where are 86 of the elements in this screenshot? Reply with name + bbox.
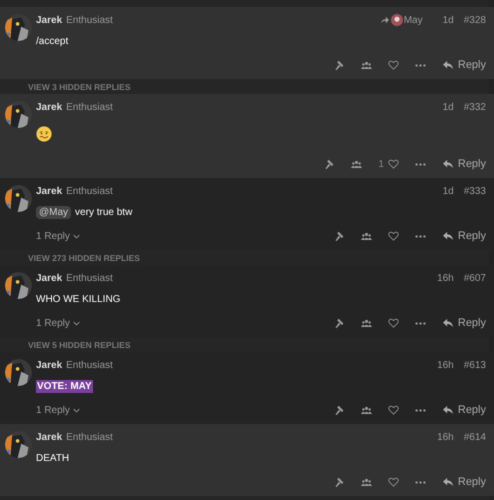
post-number[interactable]: #614 xyxy=(464,432,486,442)
highlighted-text: VOTE: MAY xyxy=(36,380,93,392)
reply-button[interactable]: Reply xyxy=(442,59,486,71)
reply-arrow-icon xyxy=(442,159,454,169)
like-button[interactable] xyxy=(388,231,399,241)
post-text: /accept xyxy=(36,36,68,46)
gavel-icon[interactable] xyxy=(334,230,345,242)
replies-toggle[interactable]: 1 Reply xyxy=(36,318,80,328)
like-button[interactable] xyxy=(388,318,399,328)
user-title: Enthusiast xyxy=(66,432,113,442)
chevron-down-icon xyxy=(72,408,80,412)
avatar[interactable] xyxy=(5,14,32,41)
like-button[interactable] xyxy=(388,60,399,70)
reply-to-link[interactable]: May xyxy=(380,14,423,26)
heart-icon xyxy=(388,60,399,70)
group-icon[interactable] xyxy=(360,230,372,242)
like-button[interactable] xyxy=(388,405,399,415)
reply-button[interactable]: Reply xyxy=(442,476,486,488)
reply-button[interactable]: Reply xyxy=(442,317,486,329)
author-name[interactable]: Jarek xyxy=(36,272,62,284)
avatar xyxy=(390,14,403,26)
heart-icon xyxy=(388,318,399,328)
post-number[interactable]: #613 xyxy=(464,360,486,370)
post-age[interactable]: 16h xyxy=(437,432,454,442)
reply-button[interactable]: Reply xyxy=(442,230,486,242)
author-name[interactable]: Jarek xyxy=(36,432,62,442)
chevron-down-icon xyxy=(72,320,80,326)
gavel-icon[interactable] xyxy=(334,476,345,488)
share-arrow-icon xyxy=(380,16,390,24)
reply-button[interactable]: Reply xyxy=(442,158,486,170)
replies-toggle[interactable]: 1 Reply xyxy=(36,404,80,416)
reply-arrow-icon xyxy=(442,405,454,415)
gavel-icon[interactable] xyxy=(334,318,345,328)
heart-icon xyxy=(388,159,399,169)
avatar[interactable] xyxy=(5,359,32,386)
woozy-face-icon xyxy=(36,126,52,142)
hidden-replies-bar[interactable]: VIEW 5 HIDDEN REPLIES xyxy=(0,337,489,352)
post-text: very true btw xyxy=(75,206,132,218)
post-text: DEATH xyxy=(36,452,70,464)
post-age[interactable]: 16h xyxy=(437,272,454,284)
hidden-replies-bar[interactable]: VIEW 273 HIDDEN REPLIES xyxy=(0,250,489,265)
user-title: Enthusiast xyxy=(66,272,113,284)
group-icon[interactable] xyxy=(360,318,372,328)
like-button[interactable]: 1 xyxy=(378,158,399,170)
avatar[interactable] xyxy=(5,101,32,128)
post-age[interactable]: 16h xyxy=(437,360,454,370)
reply-button[interactable]: Reply xyxy=(442,404,486,416)
group-icon[interactable] xyxy=(360,404,372,416)
avatar[interactable] xyxy=(5,431,32,458)
gavel-icon[interactable] xyxy=(324,158,336,170)
avatar[interactable] xyxy=(5,185,32,212)
post-age[interactable]: 1d xyxy=(442,14,454,26)
post-number[interactable]: #607 xyxy=(464,272,486,284)
hidden-replies-bar[interactable]: VIEW 3 HIDDEN REPLIES xyxy=(0,79,489,94)
group-icon[interactable] xyxy=(360,476,372,488)
user-title: Enthusiast xyxy=(66,14,113,26)
gavel-icon[interactable] xyxy=(334,404,345,416)
heart-icon xyxy=(388,231,399,241)
like-count: 1 xyxy=(378,158,384,170)
post-number[interactable]: #333 xyxy=(464,186,486,196)
user-title: Enthusiast xyxy=(66,186,113,196)
group-icon[interactable] xyxy=(360,60,372,70)
author-name[interactable]: Jarek xyxy=(36,102,62,112)
user-title: Enthusiast xyxy=(66,102,113,112)
post-number[interactable]: #328 xyxy=(464,14,486,26)
post-text: WHO WE KILLING xyxy=(36,294,120,304)
post-age[interactable]: 1d xyxy=(442,102,454,112)
gavel-icon[interactable] xyxy=(334,60,345,70)
user-title: Enthusiast xyxy=(66,360,113,370)
reply-arrow-icon xyxy=(442,318,454,328)
avatar[interactable] xyxy=(5,272,32,299)
author-name[interactable]: Jarek xyxy=(36,186,62,196)
post-number[interactable]: #332 xyxy=(464,102,486,112)
author-name[interactable]: Jarek xyxy=(36,360,62,370)
heart-icon xyxy=(388,405,399,415)
reply-arrow-icon xyxy=(442,231,454,241)
heart-icon xyxy=(388,477,399,487)
like-button[interactable] xyxy=(388,477,399,487)
reply-arrow-icon xyxy=(442,60,454,70)
replies-toggle[interactable]: 1 Reply xyxy=(36,230,80,242)
user-mention[interactable]: @May xyxy=(36,206,72,218)
reply-arrow-icon xyxy=(442,477,454,487)
post-age[interactable]: 1d xyxy=(442,186,454,196)
group-icon[interactable] xyxy=(351,158,362,170)
author-name[interactable]: Jarek xyxy=(36,14,62,26)
chevron-down-icon xyxy=(72,234,80,238)
